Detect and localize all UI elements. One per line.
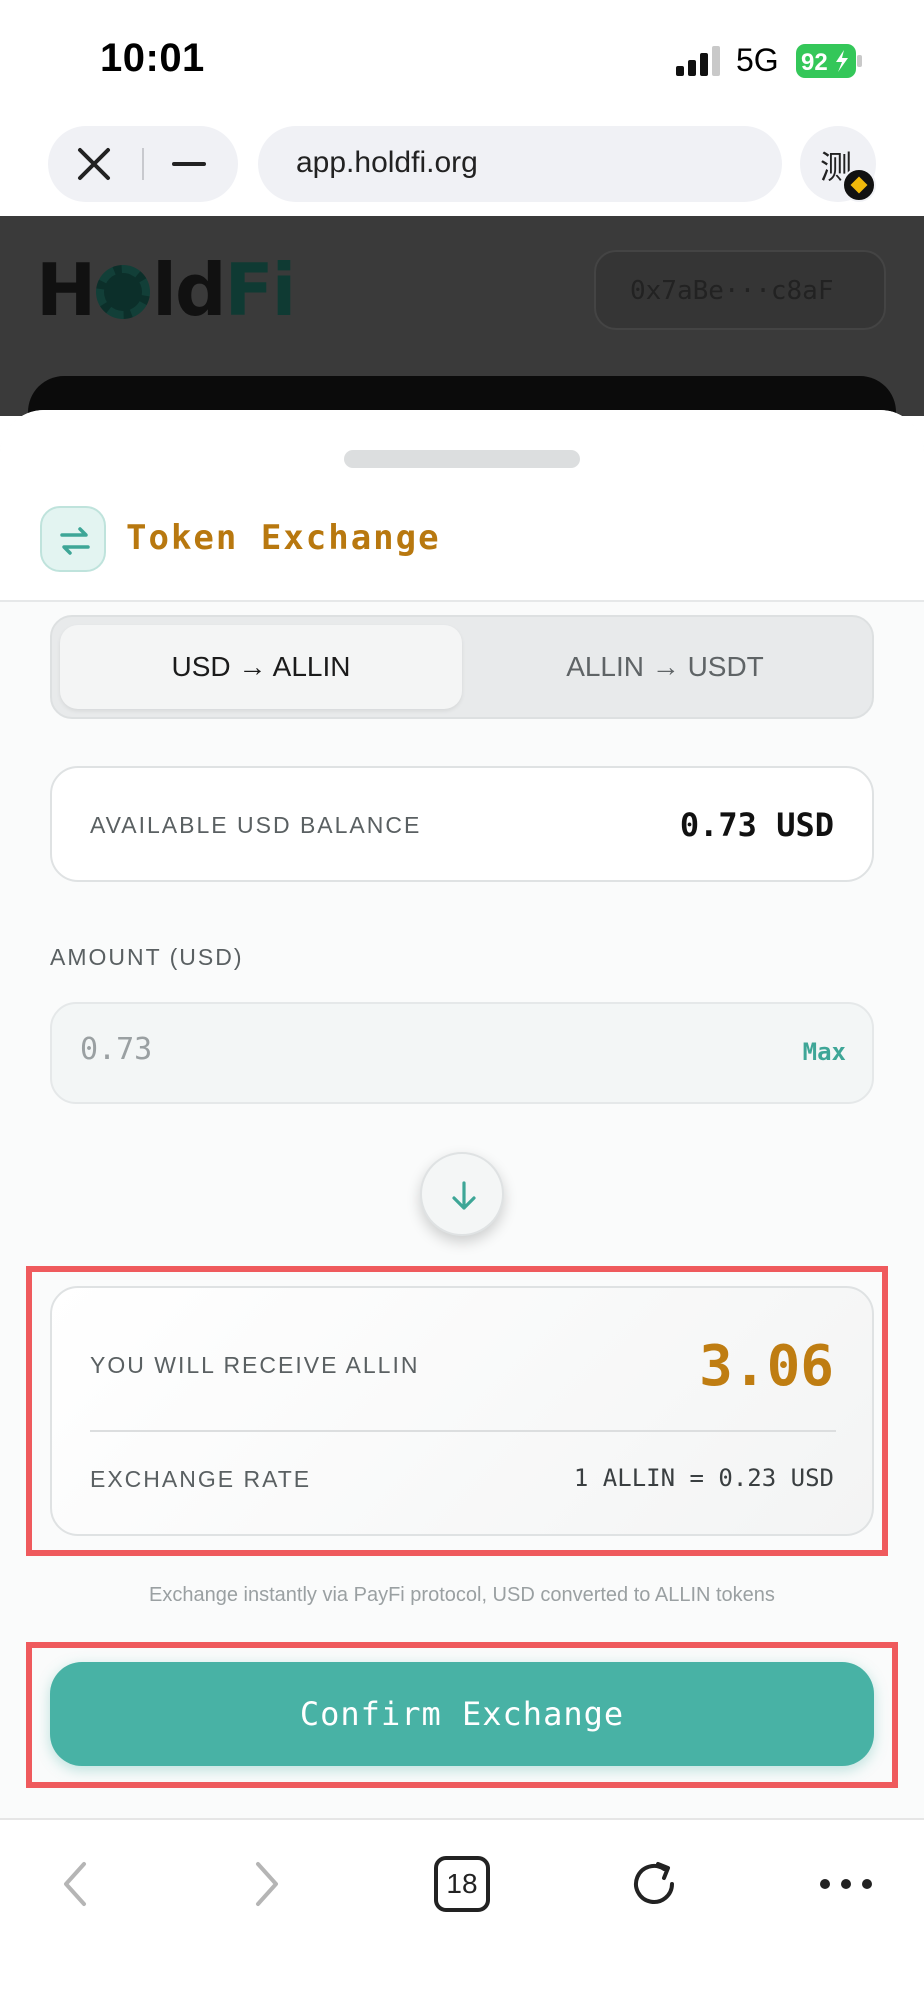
- browser-nav-pill: [48, 126, 238, 202]
- reload-button[interactable]: [614, 1844, 694, 1924]
- exchange-sheet: Token Exchange USD → ALLIN ALLIN → USDT …: [0, 410, 924, 1820]
- more-dots-icon: [820, 1879, 872, 1889]
- receive-value: 3.06: [699, 1334, 834, 1399]
- max-button[interactable]: Max: [803, 1038, 846, 1066]
- browser-toolbar: 18: [0, 1818, 924, 2000]
- tabs-button[interactable]: 18: [422, 1844, 502, 1924]
- extension-button[interactable]: 测: [800, 126, 876, 202]
- arrow-down-icon: [452, 1181, 476, 1210]
- rate-value: 1 ALLIN = 0.23 USD: [573, 1464, 834, 1492]
- network-type: 5G: [736, 42, 779, 78]
- close-icon[interactable]: [76, 146, 112, 182]
- status-bar: 10:01 5G 92: [0, 0, 924, 118]
- battery-icon: 92: [796, 44, 862, 78]
- browser-bar: app.holdfi.org 测: [0, 118, 924, 216]
- exchange-direction-tabs: USD → ALLIN ALLIN → USDT: [50, 615, 874, 719]
- chevron-left-icon: [64, 1862, 86, 1906]
- exchange-icon: [40, 506, 106, 572]
- balance-label: AVAILABLE USD BALANCE: [90, 812, 422, 838]
- sheet-header: Token Exchange: [0, 410, 924, 602]
- wallet-address-button[interactable]: 0x7aBe···c8aF: [594, 250, 886, 330]
- url-text: app.holdfi.org: [296, 146, 478, 179]
- sheet-grabber[interactable]: [344, 450, 580, 468]
- logo-text-h: H: [36, 248, 96, 332]
- amount-input[interactable]: [80, 1032, 680, 1067]
- exchange-note: Exchange instantly via PayFi protocol, U…: [149, 1584, 775, 1606]
- back-button[interactable]: [36, 1844, 116, 1924]
- forward-button[interactable]: [226, 1844, 306, 1924]
- address-bar[interactable]: app.holdfi.org: [258, 126, 782, 202]
- signal-icon: [676, 46, 720, 76]
- logo-text-ld: ld: [152, 248, 226, 332]
- receive-divider: [90, 1430, 836, 1432]
- swap-direction-button[interactable]: [420, 1152, 504, 1236]
- page: 10:01 5G 92 app.holdfi.org 测 H ldFi 0x7a…: [0, 0, 924, 2000]
- amount-label: AMOUNT (USD): [50, 944, 244, 970]
- tabs-count: 18: [434, 1856, 490, 1912]
- status-time: 10:01: [100, 36, 205, 80]
- rate-label: EXCHANGE RATE: [90, 1466, 312, 1492]
- balance-card: AVAILABLE USD BALANCE 0.73 USD: [50, 766, 874, 882]
- tab-usd-to-allin[interactable]: USD → ALLIN: [60, 625, 462, 709]
- pill-divider: [142, 148, 144, 180]
- battery-level: 92: [801, 49, 828, 76]
- reload-icon: [634, 1862, 674, 1904]
- poker-chip-icon: [96, 265, 151, 319]
- logo-text-fi: Fi: [224, 248, 296, 332]
- wallet-address: 0x7aBe···c8aF: [630, 276, 834, 306]
- chevron-right-icon: [256, 1862, 278, 1906]
- tab-allin-to-usdt[interactable]: ALLIN → USDT: [464, 625, 866, 709]
- confirm-exchange-button[interactable]: Confirm Exchange: [50, 1662, 874, 1766]
- receive-label: YOU WILL RECEIVE ALLIN: [90, 1352, 420, 1378]
- receive-card: YOU WILL RECEIVE ALLIN 3.06 EXCHANGE RAT…: [50, 1286, 874, 1536]
- more-button[interactable]: [806, 1844, 886, 1924]
- amount-field: Max: [50, 1002, 874, 1104]
- sheet-title: Token Exchange: [126, 518, 441, 558]
- balance-value: 0.73 USD: [679, 806, 834, 844]
- holdfi-logo: HldFi: [36, 248, 296, 332]
- binance-badge-icon: [842, 168, 876, 202]
- minimize-icon[interactable]: [172, 162, 206, 166]
- app-header-dimmed: HldFi 0x7aBe···c8aF: [0, 216, 924, 436]
